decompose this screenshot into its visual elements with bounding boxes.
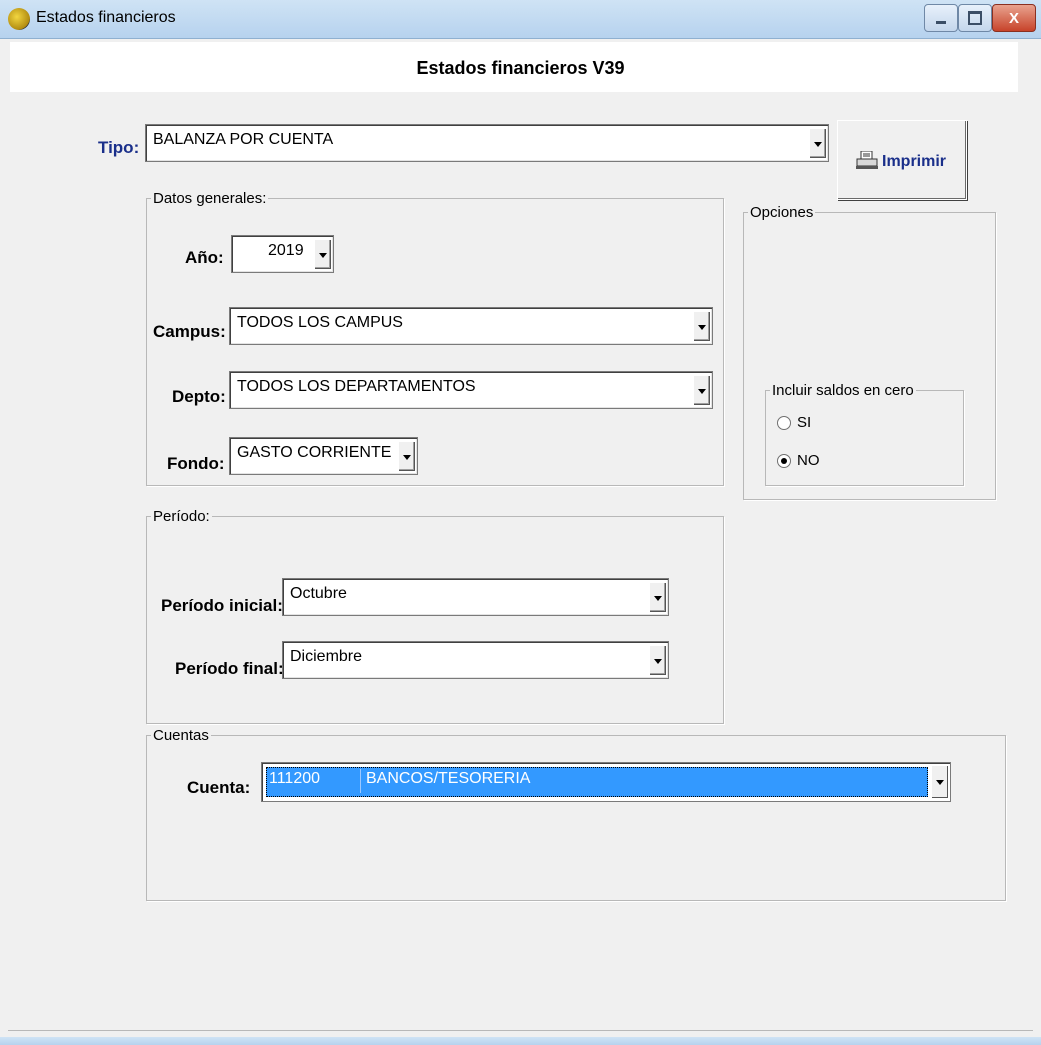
chevron-down-icon[interactable] xyxy=(931,766,948,798)
title-bar[interactable]: Estados financieros X xyxy=(0,0,1041,39)
fondo-value: GASTO CORRIENTE xyxy=(237,444,392,461)
anio-combo[interactable]: 2019 xyxy=(231,235,334,273)
cuenta-column-separator xyxy=(360,769,361,793)
periodo-inicial-label: Período inicial: xyxy=(161,596,283,615)
app-icon xyxy=(8,8,30,30)
close-icon: X xyxy=(1008,9,1019,27)
saldos-legend: Incluir saldos en cero xyxy=(770,382,916,399)
depto-label: Depto: xyxy=(172,387,226,406)
printer-icon xyxy=(856,151,878,169)
cuentas-group: Cuentas xyxy=(146,727,1006,901)
cuenta-code: 111200 xyxy=(269,770,321,787)
tipo-combo[interactable]: BALANZA POR CUENTA xyxy=(145,124,829,162)
saldos-group: Incluir saldos en cero xyxy=(765,382,964,486)
cuenta-combo[interactable]: 111200 BANCOS/TESORERIA xyxy=(261,762,951,802)
minimize-icon xyxy=(936,20,946,24)
depto-combo[interactable]: TODOS LOS DEPARTAMENTOS xyxy=(229,371,713,409)
periodo-group: Período: xyxy=(146,508,724,724)
chevron-down-icon[interactable] xyxy=(693,311,710,341)
bottom-divider xyxy=(8,1030,1033,1031)
periodo-inicial-combo[interactable]: Octubre xyxy=(282,578,669,616)
periodo-inicial-value: Octubre xyxy=(290,585,347,602)
minimize-button[interactable] xyxy=(924,4,958,32)
maximize-button[interactable] xyxy=(958,4,992,32)
print-button[interactable]: Imprimir xyxy=(837,120,967,200)
cuenta-label: Cuenta: xyxy=(187,778,251,797)
datos-generales-legend: Datos generales: xyxy=(151,190,269,207)
form-title: Estados financieros V39 xyxy=(416,58,625,78)
opciones-legend: Opciones xyxy=(748,204,816,221)
tipo-value: BALANZA POR CUENTA xyxy=(153,131,334,148)
saldos-no-radio[interactable] xyxy=(777,454,791,468)
periodo-final-combo[interactable]: Diciembre xyxy=(282,641,669,679)
campus-value: TODOS LOS CAMPUS xyxy=(237,314,403,331)
campus-label: Campus: xyxy=(153,322,226,341)
maximize-icon xyxy=(968,11,982,25)
fondo-combo[interactable]: GASTO CORRIENTE xyxy=(229,437,418,475)
periodo-legend: Período: xyxy=(151,508,212,525)
close-button[interactable]: X xyxy=(992,4,1036,32)
window-title: Estados financieros xyxy=(36,9,176,26)
chevron-down-icon[interactable] xyxy=(649,645,666,675)
saldos-si-radio[interactable] xyxy=(777,416,791,430)
anio-label: Año: xyxy=(185,248,224,267)
saldos-no-label[interactable]: NO xyxy=(797,452,820,469)
saldos-si-label[interactable]: SI xyxy=(797,414,811,431)
fondo-label: Fondo: xyxy=(167,454,225,473)
chevron-down-icon[interactable] xyxy=(398,441,415,471)
chevron-down-icon[interactable] xyxy=(314,239,331,269)
chevron-down-icon[interactable] xyxy=(809,128,826,158)
periodo-final-value: Diciembre xyxy=(290,648,363,665)
chevron-down-icon[interactable] xyxy=(649,582,666,612)
periodo-final-label: Período final: xyxy=(175,659,284,678)
tipo-label: Tipo: xyxy=(98,138,140,157)
depto-value: TODOS LOS DEPARTAMENTOS xyxy=(237,378,476,395)
chevron-down-icon[interactable] xyxy=(693,375,710,405)
cuenta-description: BANCOS/TESORERIA xyxy=(366,770,531,787)
print-button-label: Imprimir xyxy=(882,153,947,170)
anio-value: 2019 xyxy=(268,242,304,259)
campus-combo[interactable]: TODOS LOS CAMPUS xyxy=(229,307,713,345)
cuentas-legend: Cuentas xyxy=(151,727,211,744)
window-bottom-border xyxy=(0,1037,1041,1045)
